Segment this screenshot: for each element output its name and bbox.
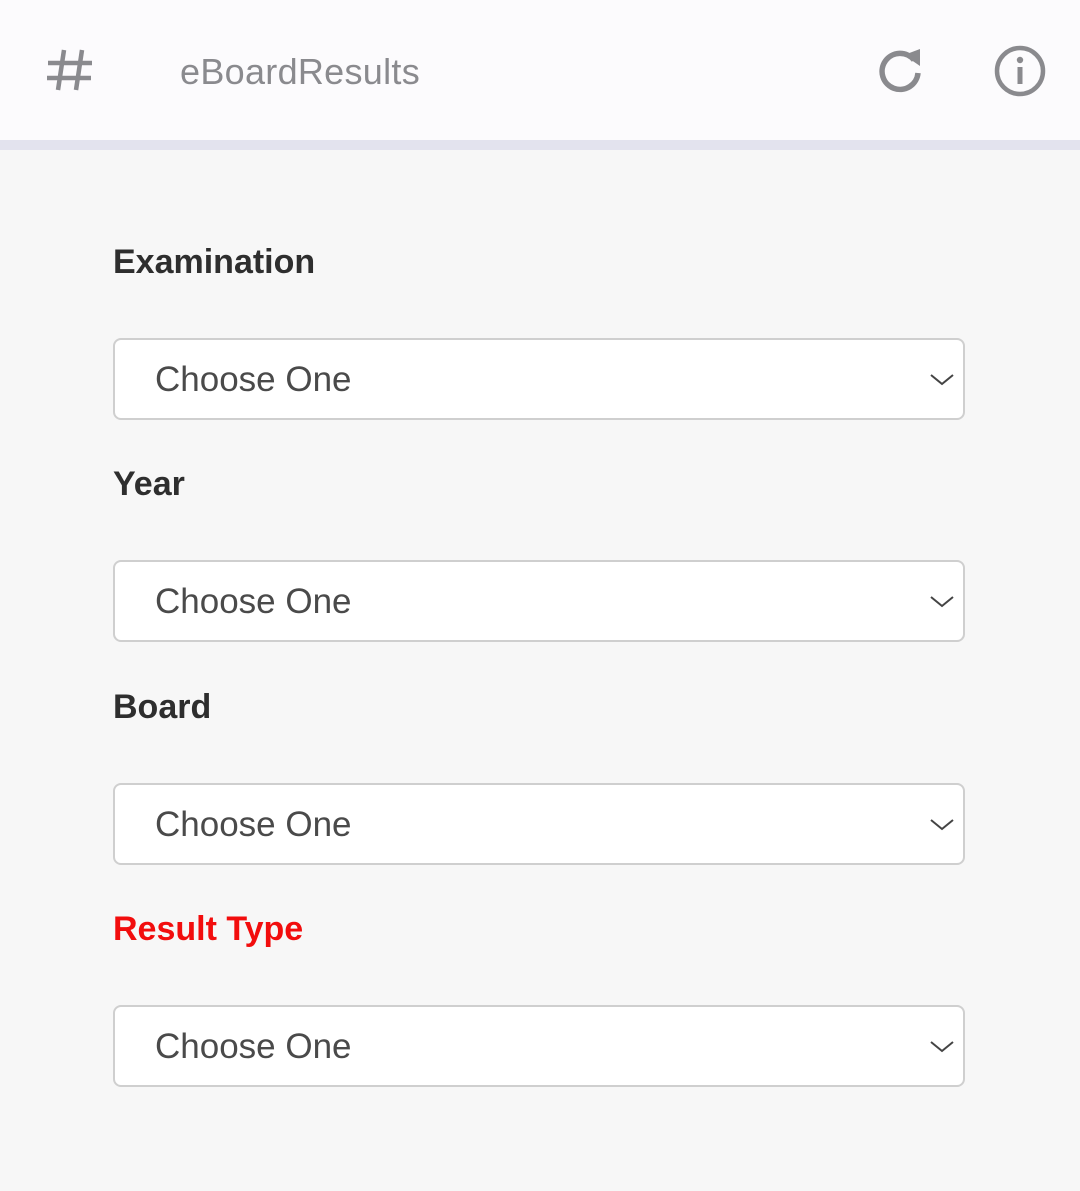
refresh-icon[interactable]	[874, 44, 926, 96]
chevron-down-icon	[930, 374, 954, 386]
app-title: eBoardResults	[180, 51, 421, 92]
examination-select[interactable]: Choose One	[113, 338, 965, 420]
examination-select-value: Choose One	[155, 360, 352, 399]
result-type-select-value: Choose One	[155, 1027, 352, 1066]
year-label: Year	[113, 465, 185, 503]
result-type-select[interactable]: Choose One	[113, 1005, 965, 1087]
hash-icon[interactable]	[44, 42, 96, 98]
year-select[interactable]: Choose One	[113, 560, 965, 642]
result-type-label: Result Type	[113, 910, 304, 948]
chevron-down-icon	[930, 1041, 954, 1053]
board-select[interactable]: Choose One	[113, 783, 965, 865]
app-bar: eBoardResults	[0, 0, 1080, 150]
info-icon[interactable]	[992, 44, 1048, 100]
chevron-down-icon	[930, 819, 954, 831]
chevron-down-icon	[930, 596, 954, 608]
board-select-value: Choose One	[155, 805, 352, 844]
examination-label: Examination	[113, 243, 316, 281]
board-label: Board	[113, 688, 212, 726]
year-select-value: Choose One	[155, 582, 352, 621]
